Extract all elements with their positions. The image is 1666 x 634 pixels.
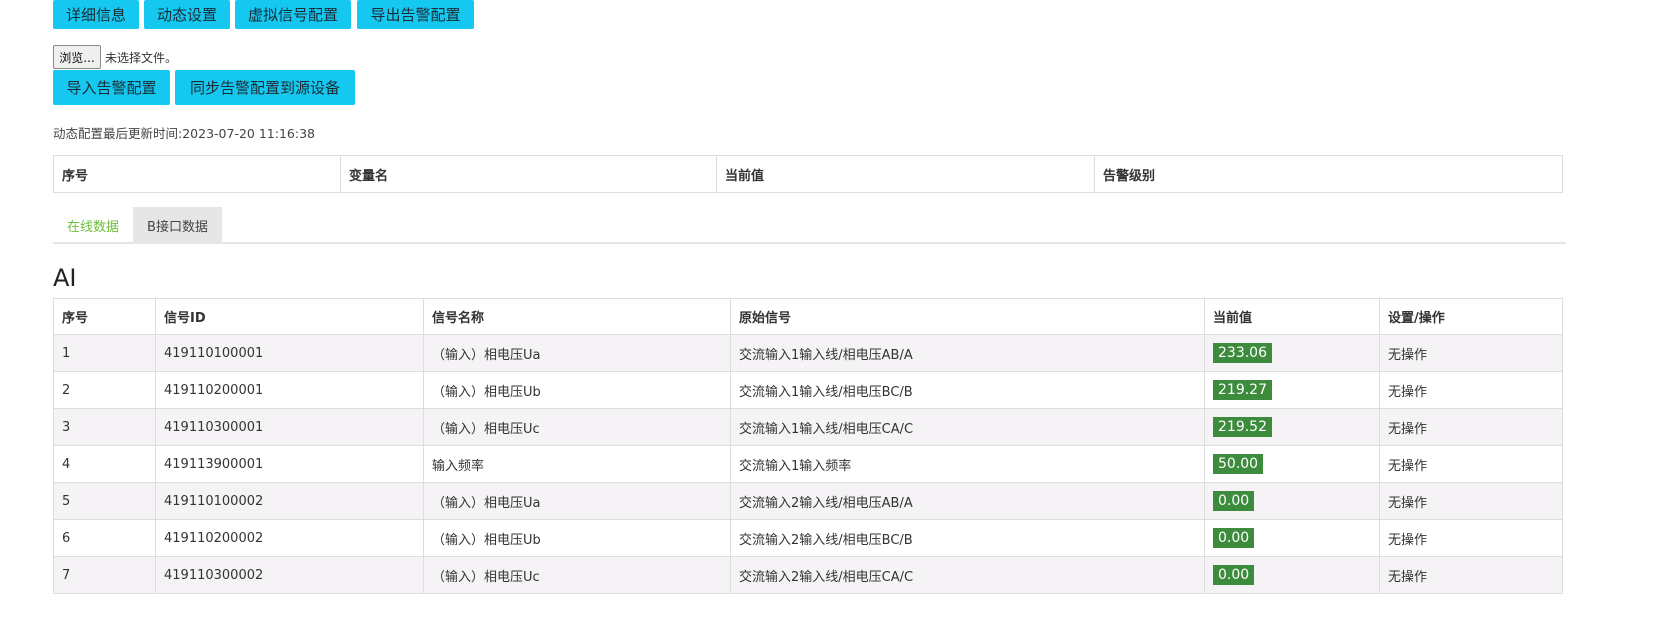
row-signal-name: 输入频率 xyxy=(423,445,731,483)
tab-b-interface-data[interactable]: B接口数据 xyxy=(133,207,222,243)
dynamic-settings-button[interactable]: 动态设置 xyxy=(144,0,230,29)
virtual-signal-config-button[interactable]: 虚拟信号配置 xyxy=(235,0,351,29)
row-current-value: 0.00 xyxy=(1204,519,1380,557)
ai-signal-table: 序号 信号ID 信号名称 原始信号 当前值 设置/操作 1 4191101000… xyxy=(53,298,1563,594)
value-badge: 0.00 xyxy=(1213,528,1255,548)
row-signal-name: （输入）相电压Ua xyxy=(423,334,731,372)
row-index: 2 xyxy=(53,371,156,409)
update-time-text: 动态配置最后更新时间:2023-07-20 11:16:38 xyxy=(53,126,315,141)
row-action: 无操作 xyxy=(1379,408,1563,446)
table-row: 3 419110300001 （输入）相电压Uc 交流输入1输入线/相电压CA/… xyxy=(53,408,1563,446)
ai-col-signal-name: 信号名称 xyxy=(423,298,731,335)
row-action: 无操作 xyxy=(1379,519,1563,557)
row-action: 无操作 xyxy=(1379,445,1563,483)
row-action: 无操作 xyxy=(1379,482,1563,520)
value-badge: 50.00 xyxy=(1213,454,1264,474)
row-current-value: 0.00 xyxy=(1204,556,1380,594)
row-action: 无操作 xyxy=(1379,334,1563,372)
ai-col-current-value: 当前值 xyxy=(1204,298,1380,335)
value-badge: 0.00 xyxy=(1213,491,1255,511)
row-current-value: 50.00 xyxy=(1204,445,1380,483)
row-signal-id: 419110300002 xyxy=(155,556,424,594)
table-row: 4 419113900001 输入频率 交流输入1输入频率 50.00 无操作 xyxy=(53,445,1563,483)
table-row: 2 419110200001 （输入）相电压Ub 交流输入1输入线/相电压BC/… xyxy=(53,371,1563,409)
alarm-table-header-row: 序号 变量名 当前值 告警级别 xyxy=(53,155,1563,193)
row-signal-name: （输入）相电压Ub xyxy=(423,519,731,557)
row-current-value: 219.52 xyxy=(1204,408,1380,446)
row-source-signal: 交流输入2输入线/相电压AB/A xyxy=(730,482,1205,520)
row-signal-name: （输入）相电压Uc xyxy=(423,556,731,594)
section-title-ai: AI xyxy=(53,264,77,292)
row-signal-id: 419110100001 xyxy=(155,334,424,372)
tabs-divider xyxy=(53,242,1566,244)
value-badge: 219.52 xyxy=(1213,417,1272,437)
sync-alarm-config-button[interactable]: 同步告警配置到源设备 xyxy=(175,70,355,105)
ai-col-signal-id: 信号ID xyxy=(155,298,424,335)
row-index: 3 xyxy=(53,408,156,446)
alarm-col-level: 告警级别 xyxy=(1094,155,1563,193)
ai-col-index: 序号 xyxy=(53,298,156,335)
row-index: 6 xyxy=(53,519,156,557)
import-alarm-config-button[interactable]: 导入告警配置 xyxy=(53,70,170,105)
table-row: 5 419110100002 （输入）相电压Ua 交流输入2输入线/相电压AB/… xyxy=(53,482,1563,520)
row-signal-id: 419110200001 xyxy=(155,371,424,409)
table-row: 1 419110100001 （输入）相电压Ua 交流输入1输入线/相电压AB/… xyxy=(53,334,1563,372)
row-signal-id: 419110100002 xyxy=(155,482,424,520)
alarm-col-index: 序号 xyxy=(53,155,341,193)
row-source-signal: 交流输入1输入线/相电压CA/C xyxy=(730,408,1205,446)
row-source-signal: 交流输入2输入线/相电压BC/B xyxy=(730,519,1205,557)
row-current-value: 219.27 xyxy=(1204,371,1380,409)
table-row: 7 419110300002 （输入）相电压Uc 交流输入2输入线/相电压CA/… xyxy=(53,556,1563,594)
ai-table-header-row: 序号 信号ID 信号名称 原始信号 当前值 设置/操作 xyxy=(53,298,1563,335)
row-source-signal: 交流输入1输入线/相电压BC/B xyxy=(730,371,1205,409)
export-alarm-config-button[interactable]: 导出告警配置 xyxy=(357,0,474,29)
ai-col-action: 设置/操作 xyxy=(1379,298,1563,335)
row-index: 5 xyxy=(53,482,156,520)
row-action: 无操作 xyxy=(1379,371,1563,409)
alarm-config-table: 序号 变量名 当前值 告警级别 xyxy=(53,155,1563,193)
row-index: 1 xyxy=(53,334,156,372)
table-row: 6 419110200002 （输入）相电压Ub 交流输入2输入线/相电压BC/… xyxy=(53,519,1563,557)
row-index: 7 xyxy=(53,556,156,594)
row-signal-name: （输入）相电压Uc xyxy=(423,408,731,446)
ai-col-source-signal: 原始信号 xyxy=(730,298,1205,335)
value-badge: 219.27 xyxy=(1213,380,1272,400)
row-signal-name: （输入）相电压Ub xyxy=(423,371,731,409)
row-current-value: 233.06 xyxy=(1204,334,1380,372)
row-signal-name: （输入）相电压Ua xyxy=(423,482,731,520)
row-source-signal: 交流输入1输入线/相电压AB/A xyxy=(730,334,1205,372)
row-current-value: 0.00 xyxy=(1204,482,1380,520)
alarm-col-variable: 变量名 xyxy=(340,155,717,193)
row-signal-id: 419110300001 xyxy=(155,408,424,446)
row-source-signal: 交流输入2输入线/相电压CA/C xyxy=(730,556,1205,594)
file-status-text: 未选择文件。 xyxy=(105,51,178,65)
row-action: 无操作 xyxy=(1379,556,1563,594)
row-signal-id: 419110200002 xyxy=(155,519,424,557)
tab-online-data[interactable]: 在线数据 xyxy=(53,207,133,243)
value-badge: 233.06 xyxy=(1213,343,1272,363)
file-browse-button[interactable]: 浏览... xyxy=(53,45,101,69)
row-signal-id: 419113900001 xyxy=(155,445,424,483)
row-source-signal: 交流输入1输入频率 xyxy=(730,445,1205,483)
value-badge: 0.00 xyxy=(1213,565,1255,585)
details-button[interactable]: 详细信息 xyxy=(53,0,139,29)
alarm-col-current-value: 当前值 xyxy=(716,155,1095,193)
row-index: 4 xyxy=(53,445,156,483)
